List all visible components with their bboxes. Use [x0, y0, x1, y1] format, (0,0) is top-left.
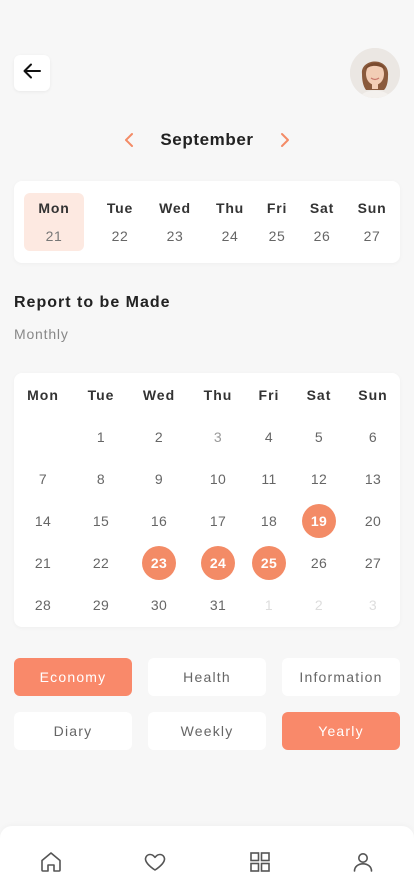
calendar-day[interactable]: 5 [302, 420, 336, 454]
calendar-day[interactable]: 28 [26, 588, 60, 622]
bottom-tab-bar [0, 826, 414, 896]
calendar-day[interactable]: 10 [201, 462, 235, 496]
calendar-day[interactable]: 12 [302, 462, 336, 496]
week-day-number: 25 [268, 228, 286, 244]
week-day-number: 22 [111, 228, 129, 244]
month-calendar: Mon Tue Wed Thu Fri Sat Sun 1 2 3 4 5 6 7 8 9 10 1… [14, 373, 400, 627]
calendar-day[interactable]: 4 [252, 420, 286, 454]
report-title: Report to be Made [14, 294, 171, 311]
calendar-day[interactable]: 21 [26, 546, 60, 580]
calendar-day[interactable]: 31 [201, 588, 235, 622]
calendar-day[interactable]: 13 [356, 462, 390, 496]
calendar-day[interactable]: 2 [302, 588, 336, 622]
filter-diary[interactable]: Diary [14, 712, 132, 750]
user-avatar-image [350, 48, 400, 98]
week-day-number: 27 [363, 228, 381, 244]
user-icon[interactable] [349, 848, 377, 876]
calendar-day[interactable]: 1 [252, 588, 286, 622]
week-day-name: Tue [106, 200, 134, 216]
calendar-header: Tue [87, 387, 115, 403]
week-day-sun[interactable]: Sun 27 [342, 193, 402, 251]
calendar-day[interactable]: 26 [302, 546, 336, 580]
calendar-day[interactable]: 18 [252, 504, 286, 538]
week-day-name: Wed [159, 200, 191, 216]
week-day-tue[interactable]: Tue 22 [90, 193, 150, 251]
week-day-name: Sat [309, 200, 335, 216]
week-day-name: Mon [38, 200, 70, 216]
calendar-day[interactable]: 23 [142, 546, 176, 580]
calendar-day[interactable]: 30 [142, 588, 176, 622]
grid-icon[interactable] [246, 848, 274, 876]
back-button[interactable] [14, 55, 50, 91]
calendar-day[interactable]: 6 [356, 420, 390, 454]
week-day-name: Thu [215, 200, 245, 216]
arrow-left-icon [23, 63, 41, 84]
home-icon[interactable] [37, 848, 65, 876]
calendar-day[interactable]: 11 [252, 462, 286, 496]
avatar[interactable] [350, 48, 400, 98]
chevron-right-icon[interactable] [278, 130, 292, 150]
week-day-number: 23 [166, 228, 184, 244]
week-day-name: Fri [266, 200, 288, 216]
calendar-day[interactable]: 8 [84, 462, 118, 496]
calendar-day[interactable]: 3 [201, 420, 235, 454]
week-day-name: Sun [357, 200, 387, 216]
calendar-header: Sat [306, 387, 332, 403]
week-day-mon[interactable]: Mon 21 [24, 193, 84, 251]
calendar-day[interactable]: 22 [84, 546, 118, 580]
month-navigation: September [0, 128, 414, 152]
calendar-header: Mon [27, 387, 59, 403]
calendar-day[interactable]: 15 [84, 504, 118, 538]
calendar-header: Wed [142, 387, 176, 403]
calendar-day[interactable]: 16 [142, 504, 176, 538]
calendar-day[interactable]: 3 [356, 588, 390, 622]
heart-icon[interactable] [141, 848, 169, 876]
filter-yearly[interactable]: Yearly [282, 712, 400, 750]
calendar-day[interactable]: 29 [84, 588, 118, 622]
calendar-day[interactable]: 1 [84, 420, 118, 454]
calendar-day[interactable]: 19 [302, 504, 336, 538]
filter-information[interactable]: Information [282, 658, 400, 696]
calendar-day[interactable]: 24 [201, 546, 235, 580]
month-label: September [160, 130, 254, 149]
calendar-day[interactable]: 20 [356, 504, 390, 538]
calendar-day[interactable]: 14 [26, 504, 60, 538]
week-day-number: 24 [221, 228, 239, 244]
calendar-day[interactable]: 9 [142, 462, 176, 496]
calendar-day[interactable]: 17 [201, 504, 235, 538]
filter-health[interactable]: Health [148, 658, 266, 696]
calendar-day[interactable]: 7 [26, 462, 60, 496]
report-subtitle: Monthly [14, 326, 69, 342]
chevron-left-icon[interactable] [122, 130, 136, 150]
calendar-day[interactable]: 27 [356, 546, 390, 580]
week-strip: Mon 21 Tue 22 Wed 23 Thu 24 Fri 25 Sat 2… [14, 181, 400, 263]
week-day-wed[interactable]: Wed 23 [145, 193, 205, 251]
calendar-header: Sun [358, 387, 388, 403]
week-day-number: 21 [45, 228, 63, 244]
week-day-number: 26 [313, 228, 331, 244]
filter-economy[interactable]: Economy [14, 658, 132, 696]
filter-weekly[interactable]: Weekly [148, 712, 266, 750]
calendar-day[interactable]: 2 [142, 420, 176, 454]
calendar-day[interactable]: 25 [252, 546, 286, 580]
